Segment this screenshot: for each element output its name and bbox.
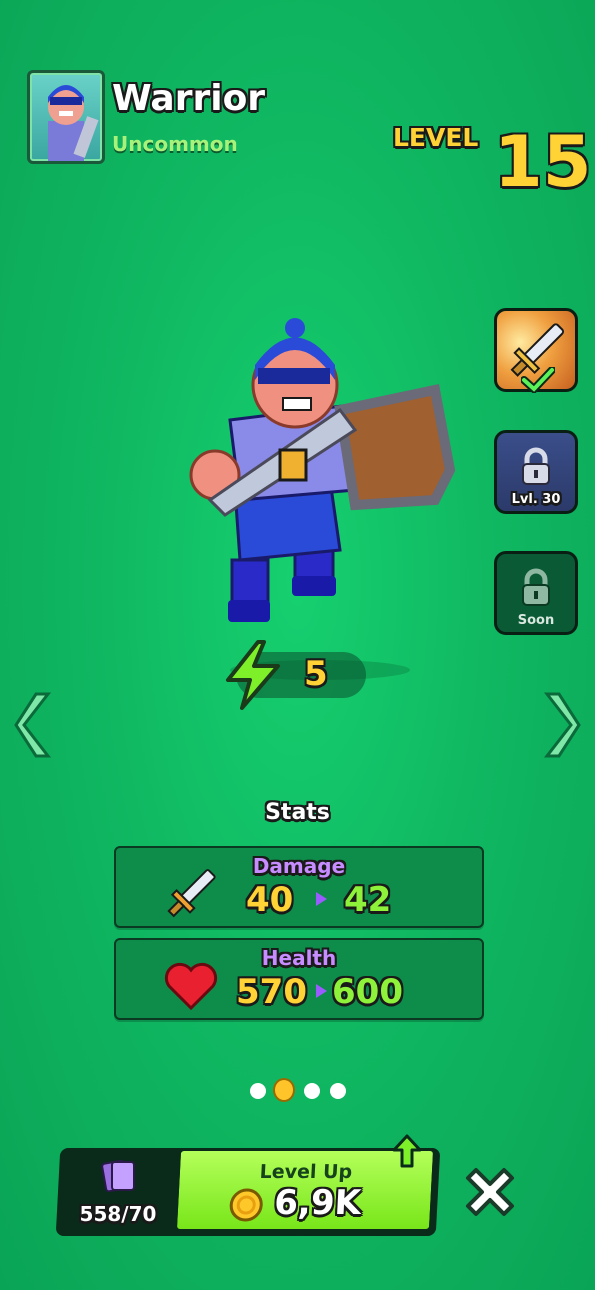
damage-next: 42 bbox=[344, 880, 392, 920]
hero-name: Warrior bbox=[112, 78, 266, 119]
lock-icon bbox=[522, 568, 550, 606]
upgrade-arrow-icon bbox=[392, 1134, 422, 1168]
damage-label: Damage bbox=[252, 854, 346, 878]
lightning-icon bbox=[226, 640, 280, 710]
energy-value: 5 bbox=[304, 654, 328, 694]
health-label: Health bbox=[261, 946, 337, 970]
page-dot[interactable] bbox=[304, 1083, 320, 1099]
page-dot[interactable] bbox=[330, 1083, 346, 1099]
upgrade-arrow-icon bbox=[316, 984, 327, 998]
skill-caption-lvl30: Lvl. 30 bbox=[511, 492, 561, 507]
level-value: 15 bbox=[494, 121, 592, 203]
hero-portrait bbox=[27, 70, 105, 164]
page-dot[interactable] bbox=[250, 1083, 266, 1099]
damage-current: 40 bbox=[246, 880, 294, 920]
skill-caption-soon: Soon bbox=[517, 613, 555, 628]
cards-icon bbox=[101, 1159, 135, 1193]
page-indicator bbox=[248, 1078, 348, 1104]
skill-slot-locked-lvl30[interactable]: Lvl. 30 bbox=[494, 430, 578, 514]
warrior-character-illustration bbox=[189, 318, 456, 680]
next-hero-arrow[interactable] bbox=[541, 690, 581, 760]
hero-rarity: Uncommon bbox=[112, 132, 238, 156]
level-label: LEVEL bbox=[393, 123, 479, 152]
lock-icon bbox=[522, 447, 550, 485]
skill-slot-soon[interactable]: Soon bbox=[494, 551, 578, 635]
health-next: 600 bbox=[332, 972, 403, 1012]
close-icon[interactable] bbox=[458, 1160, 522, 1224]
stats-title: Stats bbox=[265, 800, 330, 825]
cards-count: 558/70 bbox=[79, 1202, 157, 1226]
hero-cards-counter: 558/70 bbox=[64, 1152, 172, 1232]
damage-stat-card: Damage 40 42 bbox=[114, 846, 484, 928]
checkmark-icon bbox=[521, 367, 555, 393]
health-current: 570 bbox=[236, 972, 307, 1012]
previous-hero-arrow[interactable] bbox=[14, 690, 54, 760]
level-up-cost: 6,9K bbox=[273, 1183, 362, 1223]
health-stat-card: Health 570 600 bbox=[114, 938, 484, 1020]
page-dot-active[interactable] bbox=[273, 1078, 295, 1102]
skill-slot-sword[interactable] bbox=[494, 308, 578, 393]
coin-icon bbox=[229, 1188, 263, 1222]
upgrade-arrow-icon bbox=[316, 892, 327, 906]
